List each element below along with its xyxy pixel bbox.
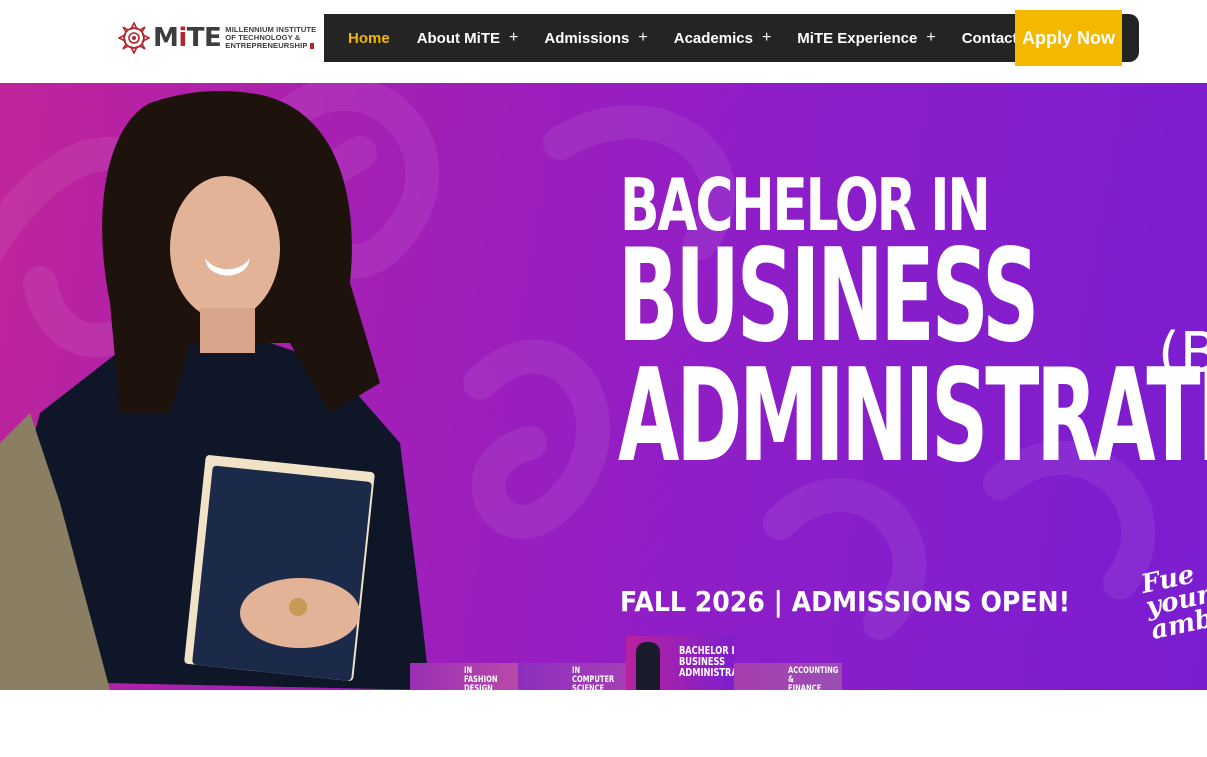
thumb-label: ACCOUNTING & FINANCE — [788, 666, 839, 691]
carousel-thumb-computer-science[interactable]: IN COMPUTER SCIENCE — [518, 663, 626, 690]
nav-item-about[interactable]: About MiTE + — [417, 14, 519, 62]
nav-item-home[interactable]: Home — [348, 14, 390, 62]
apply-now-button[interactable]: Apply Now — [1015, 10, 1122, 66]
plus-icon: + — [638, 29, 648, 46]
plus-icon: + — [926, 29, 936, 46]
plus-icon: + — [761, 29, 772, 46]
student-holding-books-photo — [0, 91, 430, 690]
site-logo[interactable]: MiTE MILLENNIUM INSTITUTE OF TECHNOLOGY … — [118, 20, 318, 56]
hero-title-line3: ADMINISTRATIO — [618, 342, 1207, 491]
thumb-label: IN COMPUTER SCIENCE — [572, 666, 615, 691]
hero-admissions-text: FALL 2026 | ADMISSIONS OPEN! — [620, 585, 1071, 618]
site-header: MiTE MILLENNIUM INSTITUTE OF TECHNOLOGY … — [0, 0, 1207, 83]
plus-icon: + — [509, 29, 519, 46]
nav-item-mite-experience[interactable]: MiTE Experience + — [797, 14, 935, 62]
mandala-logo-icon — [118, 22, 150, 54]
thumb-label: IN FASHION DESIGN — [464, 666, 498, 691]
logo-subtitle: MILLENNIUM INSTITUTE OF TECHNOLOGY & ENT… — [225, 25, 317, 50]
nav-item-academics[interactable]: Academics + — [674, 14, 772, 62]
logo-wordmark: MiTE — [153, 23, 222, 53]
hero-banner[interactable]: BACHELOR IN BUSINESS (B ADMINISTRATIO FA… — [0, 83, 1207, 690]
carousel-thumb-accounting[interactable]: ACCOUNTING & FINANCE — [734, 663, 842, 690]
carousel-thumb-business[interactable]: BACHELOR IN BUSINESS ADMINISTRATIO — [626, 636, 734, 690]
thumb-label: BACHELOR IN BUSINESS ADMINISTRATIO — [679, 644, 734, 679]
carousel-thumbnails: IN FASHION DESIGN IN COMPUTER SCIENCE BA… — [410, 636, 842, 690]
nav-item-admissions[interactable]: Admissions + — [544, 14, 647, 62]
carousel-thumb-fashion[interactable]: IN FASHION DESIGN — [410, 663, 518, 690]
